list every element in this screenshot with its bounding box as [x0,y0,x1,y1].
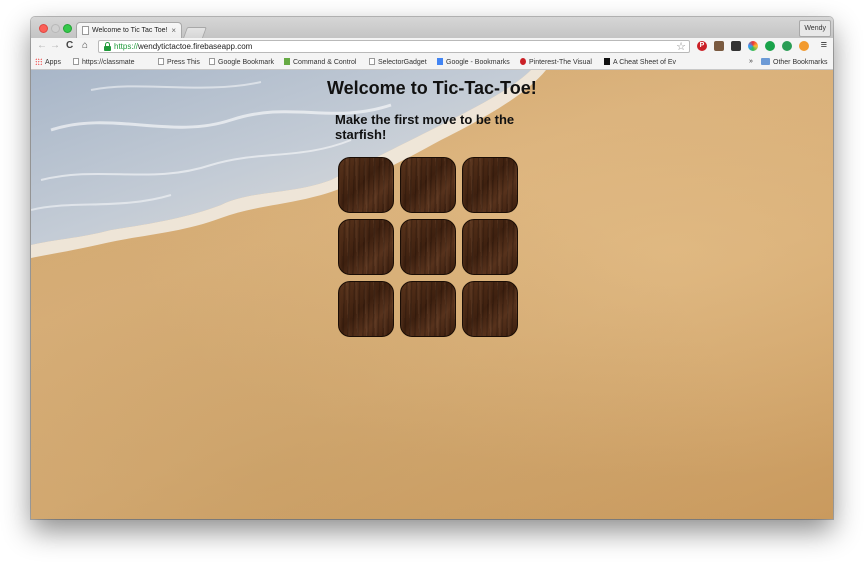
board-cell-9[interactable] [462,281,518,337]
g-icon [604,58,610,65]
back-button[interactable]: ← [37,40,47,52]
bookmark-cheat-sheet[interactable]: A Cheat Sheet of Ev [604,58,676,66]
camera-extension-icon[interactable] [714,41,724,51]
folder-icon [761,58,770,65]
page-icon [82,26,89,35]
address-bar[interactable]: https://wendytictactoe.firebaseapp.com ☆ [98,40,690,53]
close-window-button[interactable] [39,24,48,33]
home-button[interactable]: ⌂ [82,40,88,52]
evernote-extension-icon[interactable] [731,41,741,51]
page-viewport: Welcome to Tic-Tac-Toe! Make the first m… [31,70,833,519]
pinterest-icon [520,58,526,65]
maximize-window-button[interactable] [63,24,72,33]
tab-close-icon[interactable]: × [171,26,176,35]
toolbar: ← → C ⌂ https://wendytictactoe.firebasea… [31,38,833,56]
color-extension-icon[interactable] [748,41,758,51]
command-icon [284,58,290,65]
minimize-window-button[interactable] [51,24,60,33]
board-cell-7[interactable] [338,281,394,337]
bookmark-google-bookmark[interactable]: Google Bookmark [209,58,274,66]
board-cell-6[interactable] [462,219,518,275]
chat-extension-icon[interactable] [782,41,792,51]
page-title: Welcome to Tic-Tac-Toe! [327,78,537,98]
browser-window: Welcome to Tic Tac Toe! × Wendy ← → C ⌂ … [31,17,833,519]
bookmark-classmate[interactable]: https://classmate [73,58,135,66]
tab-strip: Welcome to Tic Tac Toe! × Wendy [31,17,833,38]
bookmark-other-bookmarks[interactable]: Other Bookmarks [761,58,827,66]
page-icon [209,58,215,65]
board-cell-3[interactable] [462,157,518,213]
forward-button[interactable]: → [50,40,60,52]
bookmark-google-bookmarks[interactable]: Google - Bookmarks [437,58,510,66]
page-icon [73,58,79,65]
profile-button[interactable]: Wendy [799,20,831,37]
bookmarks-bar: Apps https://classmate Press This Google… [31,55,833,70]
new-tab-button[interactable] [182,27,208,38]
menu-icon[interactable]: ≡ [821,39,827,51]
lock-icon [104,42,111,51]
bookmark-press-this[interactable]: Press This [158,58,200,66]
bookmark-apps[interactable]: Apps [35,58,61,66]
bookmarks-overflow-button[interactable]: » [749,58,753,65]
game-panel: Welcome to Tic-Tac-Toe! Make the first m… [327,78,587,337]
apps-icon [35,58,42,65]
board-cell-8[interactable] [400,281,456,337]
green-extension-icon[interactable] [765,41,775,51]
bookmark-selectorgadget[interactable]: SelectorGadget [369,58,427,66]
page-icon [158,58,164,65]
page-icon [369,58,375,65]
pinterest-extension-icon[interactable]: P [697,41,707,51]
bookmark-star-icon[interactable]: ☆ [676,40,686,53]
bookmark-pinterest[interactable]: Pinterest-The Visual [520,58,592,66]
board-cell-5[interactable] [400,219,456,275]
url-text: https://wendytictactoe.firebaseapp.com [114,42,253,51]
tab-title: Welcome to Tic Tac Toe! [92,27,168,34]
bookmark-command-control[interactable]: Command & Control [284,58,356,66]
board-cell-4[interactable] [338,219,394,275]
reload-button[interactable]: C [66,40,73,52]
google-icon [437,58,443,65]
tab-active[interactable]: Welcome to Tic Tac Toe! × [76,22,182,38]
orange-extension-icon[interactable] [799,41,809,51]
game-instructions: Make the first move to be the starfish! [335,112,515,142]
board-cell-1[interactable] [338,157,394,213]
board-cell-2[interactable] [400,157,456,213]
